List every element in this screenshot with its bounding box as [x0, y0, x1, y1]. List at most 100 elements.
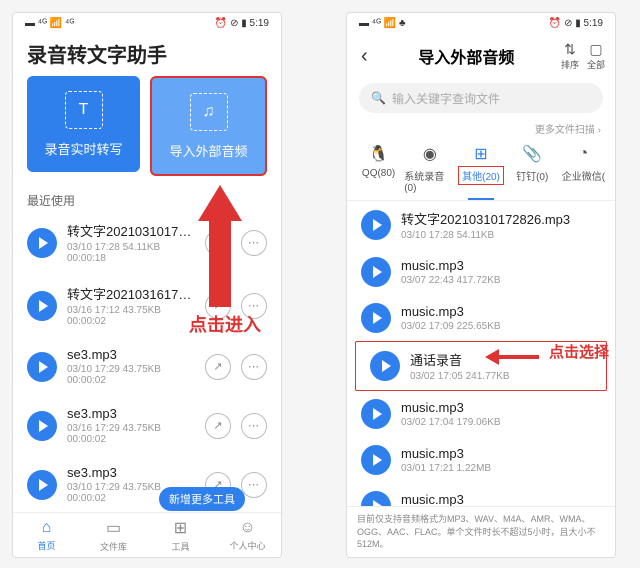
category-系统录音(0)[interactable]: ◉ 系统录音(0) [404, 144, 455, 200]
header-actions: ⇅排序 ▢全部 [561, 41, 605, 71]
annotation-arrow-up [198, 185, 242, 307]
list-item[interactable]: music.mp3 03/07 22:43 417.72KB [347, 249, 615, 295]
status-left: ▬ ⁴ᴳ 📶 ♣ [359, 18, 406, 29]
play-icon[interactable] [361, 445, 391, 475]
file-meta: 03/10 17:29 43.75KB 00:00:02 [67, 364, 195, 386]
list-item[interactable]: music.mp3 03/02 17:09 225.65KB [347, 295, 615, 341]
category-label: 其他(20) [458, 166, 504, 185]
play-icon[interactable] [361, 303, 391, 333]
card-realtime-transcribe[interactable]: T 录音实时转写 [27, 76, 140, 172]
annotation-arrow-left [485, 349, 539, 365]
list-item[interactable]: music.mp3 03/01 17:21 1.22MB [347, 437, 615, 483]
tab-label: 首页 [37, 539, 55, 552]
file-meta: 03/10 17:28 54.11KB 00:00:18 [67, 242, 195, 264]
file-meta: 03/02 17:05 241.77KB [410, 371, 592, 382]
app-title: 录音转文字助手 [13, 33, 281, 76]
list-item[interactable]: music.mp3 03/02 17:04 179.06KB [347, 391, 615, 437]
tab-文件库[interactable]: ▭ 文件库 [80, 513, 147, 557]
category-钉钉(0)[interactable]: 📎 钉钉(0) [507, 144, 558, 200]
file-name: music.mp3 [401, 258, 601, 273]
category-QQ(80)[interactable]: 🐧 QQ(80) [353, 144, 404, 200]
tab-label: 工具 [171, 540, 189, 553]
status-right: ⏰ ⊘ ▮ 5:19 [215, 18, 269, 29]
more-icon[interactable]: ⋯ [241, 230, 267, 256]
play-icon[interactable] [361, 491, 391, 506]
play-icon[interactable] [27, 470, 57, 500]
category-icon: ⊞ [471, 144, 491, 164]
search-placeholder: 输入关键字查询文件 [392, 90, 500, 107]
category-icon: ◉ [420, 144, 440, 164]
file-meta: 03/07 22:43 417.72KB [401, 275, 601, 286]
header-action-全部[interactable]: ▢全部 [587, 41, 605, 71]
category-其他(20)[interactable]: ⊞ 其他(20) [455, 144, 506, 200]
file-meta: 03/01 17:21 1.22MB [401, 463, 601, 474]
card-label: 导入外部音频 [169, 141, 247, 160]
play-icon[interactable] [361, 257, 391, 287]
footer-note: 目前仅支持音频格式为MP3、WAV、M4A、AMR、WMA、OGG、AAC、FL… [347, 506, 615, 557]
page-title: 导入外部音频 [378, 44, 555, 68]
tab-工具[interactable]: ⊞ 工具 [147, 513, 214, 557]
tab-label: 个人中心 [229, 539, 265, 552]
more-scan-link[interactable]: 更多文件扫描 › [347, 117, 615, 140]
category-icon: 📎 [522, 144, 542, 164]
tab-icon: ⊞ [174, 518, 187, 538]
tab-icon: ⌂ [42, 519, 52, 537]
category-tabs: 🐧 QQ(80) ◉ 系统录音(0) ⊞ 其他(20) 📎 钉钉(0) ◔ 企业… [347, 140, 615, 201]
tab-个人中心[interactable]: ☺ 个人中心 [214, 513, 281, 557]
list-item[interactable]: music.mp3 03/01 17:21 951.53KB [347, 483, 615, 506]
status-bar: ▬ ⁴ᴳ 📶 ♣ ⏰ ⊘ ▮ 5:19 [347, 13, 615, 33]
play-icon[interactable] [27, 291, 57, 321]
file-name: music.mp3 [401, 400, 601, 415]
audio-icon: ♫ [190, 93, 228, 131]
annotation-text: 点击进入 [189, 311, 261, 337]
file-name: music.mp3 [401, 304, 601, 319]
new-tools-pill[interactable]: 新增更多工具 [159, 487, 245, 511]
text-icon: T [65, 91, 103, 129]
file-meta: 03/10 17:28 54.11KB [401, 230, 601, 241]
file-meta: 03/02 17:04 179.06KB [401, 417, 601, 428]
play-icon[interactable] [27, 228, 57, 258]
file-name: se3.mp3 [67, 406, 195, 421]
back-button[interactable]: ‹ [357, 45, 372, 68]
more-icon[interactable]: ⋯ [241, 413, 267, 439]
card-import-audio[interactable]: ♫ 导入外部音频 [150, 76, 267, 176]
file-name: 转文字20210310172826.mp3 [401, 209, 601, 228]
share-icon[interactable]: ↗ [205, 354, 231, 380]
file-meta: 03/16 17:12 43.75KB 00:00:02 [67, 305, 195, 327]
file-meta: 03/02 17:09 225.65KB [401, 321, 601, 332]
more-icon[interactable]: ⋯ [241, 472, 267, 498]
play-icon[interactable] [370, 351, 400, 381]
play-icon[interactable] [361, 210, 391, 240]
file-name: se3.mp3 [67, 347, 195, 362]
file-name: music.mp3 [401, 446, 601, 461]
search-icon: 🔍 [371, 91, 386, 105]
tab-label: 文件库 [100, 540, 127, 553]
file-name: 转文字20210316171213.mp3 [67, 284, 195, 303]
file-name: music.mp3 [401, 492, 601, 506]
category-label: 钉钉(0) [516, 168, 548, 183]
tab-icon: ☺ [239, 519, 255, 537]
list-item[interactable]: se3.mp3 03/16 17:29 43.75KB 00:00:02 ↗ ⋯ [13, 396, 281, 455]
play-icon[interactable] [27, 411, 57, 441]
phone-left: ▬ ⁴ᴳ 📶 ⁴ᴳ ⏰ ⊘ ▮ 5:19 录音转文字助手 T 录音实时转写 ♫ … [12, 12, 282, 558]
header-action-排序[interactable]: ⇅排序 [561, 41, 579, 71]
more-icon[interactable]: ⋯ [241, 354, 267, 380]
card-label: 录音实时转写 [44, 139, 122, 158]
category-icon: ◔ [573, 144, 593, 164]
category-label: 企业微信( [562, 168, 605, 183]
file-name: se3.mp3 [67, 465, 195, 480]
share-icon[interactable]: ↗ [205, 413, 231, 439]
play-icon[interactable] [27, 352, 57, 382]
category-icon: 🐧 [369, 144, 389, 164]
category-企业微信([interactable]: ◔ 企业微信( [558, 144, 609, 200]
status-bar: ▬ ⁴ᴳ 📶 ⁴ᴳ ⏰ ⊘ ▮ 5:19 [13, 13, 281, 33]
status-left: ▬ ⁴ᴳ 📶 ⁴ᴳ [25, 18, 74, 29]
list-item[interactable]: 转文字20210310172826.mp3 03/10 17:28 54.11K… [347, 201, 615, 249]
search-input[interactable]: 🔍 输入关键字查询文件 [359, 83, 603, 113]
category-label: 系统录音(0) [404, 168, 455, 194]
play-icon[interactable] [361, 399, 391, 429]
file-name: 转文字20210310172826.mp3 [67, 221, 195, 240]
category-label: QQ(80) [362, 168, 395, 179]
list-item[interactable]: se3.mp3 03/10 17:29 43.75KB 00:00:02 ↗ ⋯ [13, 337, 281, 396]
tab-首页[interactable]: ⌂ 首页 [13, 513, 80, 557]
